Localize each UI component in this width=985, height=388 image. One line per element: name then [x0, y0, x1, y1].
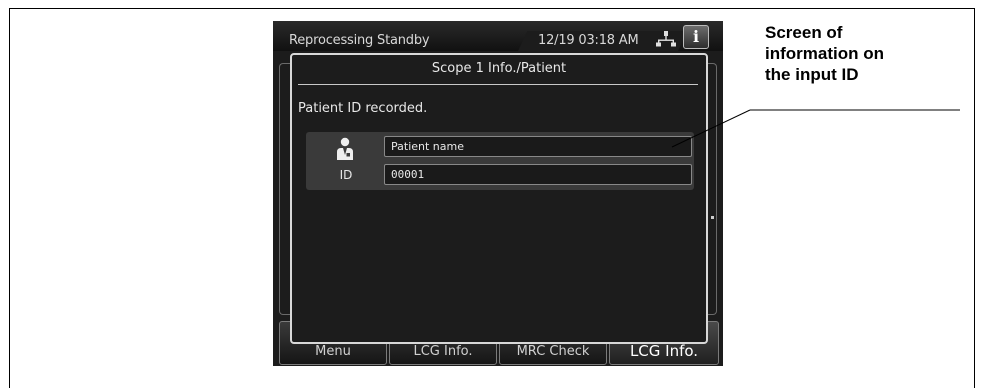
callout-line-3: the input ID [765, 65, 859, 84]
callout-label: Screen of information on the input ID [765, 22, 965, 85]
callout-line-1: Screen of [765, 23, 843, 42]
callout-line-2: information on [765, 44, 884, 63]
